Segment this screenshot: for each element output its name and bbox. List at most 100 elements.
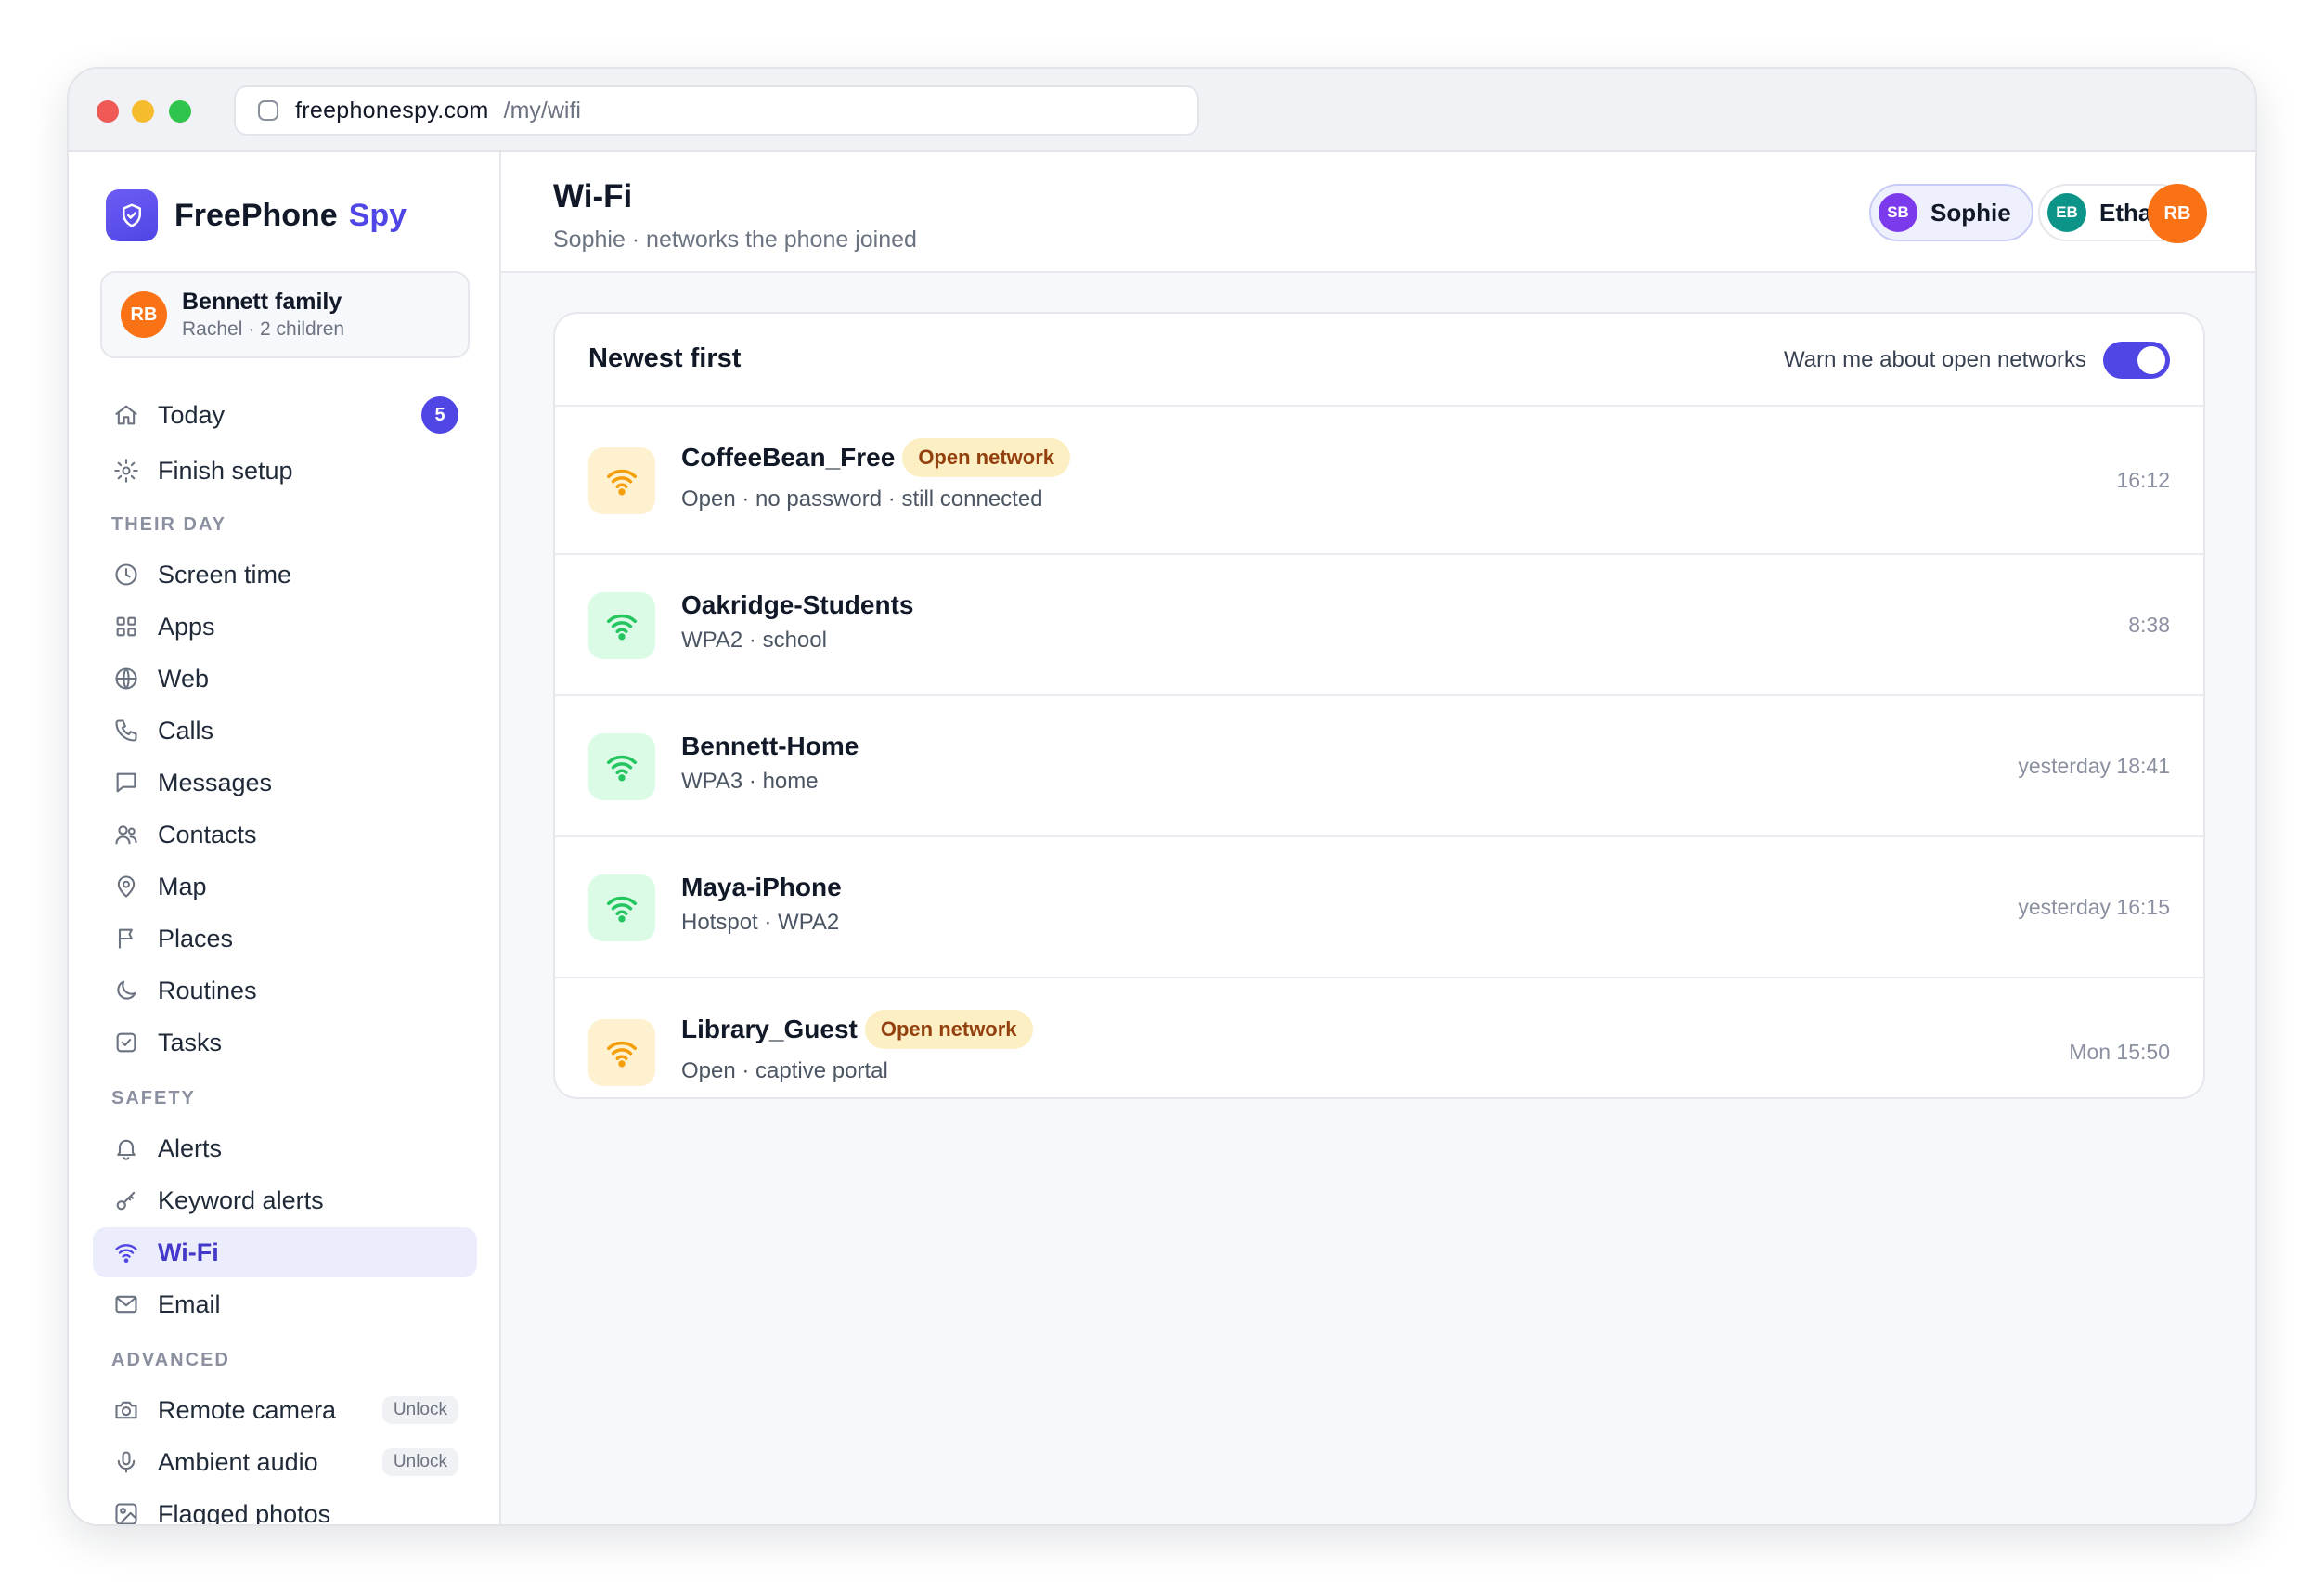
flag-icon [111, 924, 141, 953]
sidebar-item-ambient-audio[interactable]: Ambient audio Unlock [93, 1437, 477, 1487]
mail-icon [111, 1289, 141, 1319]
network-name: CoffeeBean_Free [681, 443, 896, 472]
sidebar-item-label: Apps [158, 612, 215, 641]
network-detail: Open · captive portal [681, 1058, 888, 1083]
clock-icon [111, 560, 141, 589]
network-time: 8:38 [2128, 613, 2170, 637]
image-icon [111, 1499, 141, 1524]
brand[interactable]: FreePhone Spy [106, 189, 407, 241]
user-avatar[interactable]: RB [2148, 184, 2207, 243]
sidebar-item-calls[interactable]: Calls [93, 706, 477, 756]
unlock-badge[interactable]: Unlock [381, 1396, 458, 1424]
main-content: Wi-Fi Sophie · networks the phone joined… [501, 152, 2255, 1524]
sidebar-item-label: Messages [158, 768, 273, 796]
sidebar-item-label: Alerts [158, 1133, 223, 1162]
section-label-advanced: ADVANCED [111, 1350, 230, 1370]
section-label-their-day: THEIR DAY [111, 514, 226, 535]
key-icon [111, 1185, 141, 1215]
card-title: Newest first [588, 343, 742, 373]
bell-icon [111, 1133, 141, 1163]
network-name: Oakridge-Students [681, 590, 914, 619]
sidebar-item-email[interactable]: Email [93, 1279, 477, 1329]
shield-logo-icon [106, 189, 158, 241]
wifi-icon [588, 447, 655, 514]
sidebar-item-label: Tasks [158, 1028, 223, 1056]
url-domain: freephonespy.com [295, 97, 489, 123]
network-name: Library_Guest [681, 1015, 858, 1043]
sidebar-item-flagged-photos[interactable]: Flagged photos [93, 1489, 477, 1526]
window-maximize-button[interactable] [169, 100, 191, 123]
sidebar-item-label: Contacts [158, 820, 257, 848]
sidebar-item-remote-camera[interactable]: Remote camera Unlock [93, 1385, 477, 1435]
sidebar-item-screen-time[interactable]: Screen time [93, 550, 477, 600]
sidebar-item-label: Calls [158, 716, 214, 745]
sidebar-item-apps[interactable]: Apps [93, 602, 477, 652]
sidebar-item-label: Map [158, 872, 207, 900]
sidebar-item-label: Screen time [158, 560, 292, 589]
address-bar[interactable]: freephonespy.com /my/wifi [234, 85, 1199, 136]
network-detail: WPA2 · school [681, 628, 827, 653]
sidebar-item-messages[interactable]: Messages [93, 758, 477, 808]
url-path: /my/wifi [503, 97, 581, 123]
network-time: yesterday 18:41 [2018, 754, 2170, 778]
wifi-icon [588, 1019, 655, 1086]
sidebar-item-wifi[interactable]: Wi-Fi [93, 1227, 477, 1277]
camera-icon [111, 1395, 141, 1425]
wifi-icon [588, 733, 655, 800]
sidebar-item-label: Flagged photos [158, 1499, 331, 1526]
sidebar-item-label: Email [158, 1289, 221, 1318]
sidebar-item-web[interactable]: Web [93, 654, 477, 704]
family-switcher[interactable]: RB Bennett family Rachel · 2 children [100, 271, 470, 358]
network-row[interactable]: CoffeeBean_Free Open network Open · no pas… [555, 407, 2203, 555]
map-pin-icon [111, 872, 141, 901]
sidebar-item-label: Wi-Fi [158, 1237, 219, 1266]
sidebar-item-label: Places [158, 924, 234, 952]
network-name: Maya-iPhone [681, 873, 842, 901]
moon-icon [111, 976, 141, 1005]
message-icon [111, 768, 141, 797]
network-time: Mon 15:50 [2069, 1040, 2170, 1064]
network-time: yesterday 16:15 [2018, 895, 2170, 919]
open-network-badge: Open network [902, 438, 1070, 477]
network-name: Bennett-Home [681, 732, 859, 760]
unlock-badge[interactable]: Unlock [381, 1448, 458, 1476]
grid-icon [111, 612, 141, 641]
sidebar-item-routines[interactable]: Routines [93, 965, 477, 1016]
sidebar-item-label: Finish setup [158, 456, 293, 485]
home-icon [111, 400, 141, 430]
site-info-icon[interactable] [258, 100, 278, 121]
sidebar-item-label: Web [158, 664, 210, 693]
browser-window: freephonespy.com /my/wifi FreePhone Spy … [67, 67, 2257, 1526]
sidebar-item-finish-setup[interactable]: Finish setup [93, 446, 477, 496]
network-row[interactable]: Maya-iPhone Hotspot · WPA2 yesterday 16:15 [555, 837, 2203, 978]
open-network-badge: Open network [864, 1010, 1033, 1049]
open-network-warning-toggle[interactable] [2103, 342, 2170, 379]
network-row[interactable]: Library_Guest Open network Open · captive … [555, 978, 2203, 1097]
window-close-button[interactable] [97, 100, 119, 123]
sidebar-item-label: Keyword alerts [158, 1185, 324, 1214]
phone-icon [111, 716, 141, 745]
sidebar: FreePhone Spy RB Bennett family Rachel ·… [69, 152, 501, 1526]
sidebar-item-map[interactable]: Map [93, 861, 477, 912]
network-time: 16:12 [2116, 468, 2170, 492]
open-network-warning-label: Warn me about open networks [1784, 347, 2086, 372]
sidebar-item-label: Today [158, 400, 226, 429]
sidebar-item-label: Routines [158, 976, 257, 1004]
child-switcher-sophie[interactable]: SB Sophie [1869, 184, 2034, 241]
wifi-icon [588, 592, 655, 659]
sidebar-item-alerts[interactable]: Alerts [93, 1123, 477, 1173]
child-avatar: EB [2047, 193, 2086, 232]
network-row[interactable]: Bennett-Home WPA3 · home yesterday 18:41 [555, 696, 2203, 837]
network-row[interactable]: Oakridge-Students WPA2 · school 8:38 [555, 555, 2203, 696]
family-avatar: RB [121, 291, 167, 338]
window-minimize-button[interactable] [132, 100, 154, 123]
sidebar-item-tasks[interactable]: Tasks [93, 1017, 477, 1068]
sidebar-item-keyword-alerts[interactable]: Keyword alerts [93, 1175, 477, 1225]
sidebar-item-label: Ambient audio [158, 1447, 318, 1476]
sidebar-item-places[interactable]: Places [93, 913, 477, 964]
section-label-safety: SAFETY [111, 1088, 196, 1108]
sidebar-item-today[interactable]: Today 5 [93, 390, 477, 440]
network-detail: WPA3 · home [681, 769, 819, 794]
sidebar-item-contacts[interactable]: Contacts [93, 809, 477, 860]
brand-name: FreePhone [174, 197, 338, 233]
